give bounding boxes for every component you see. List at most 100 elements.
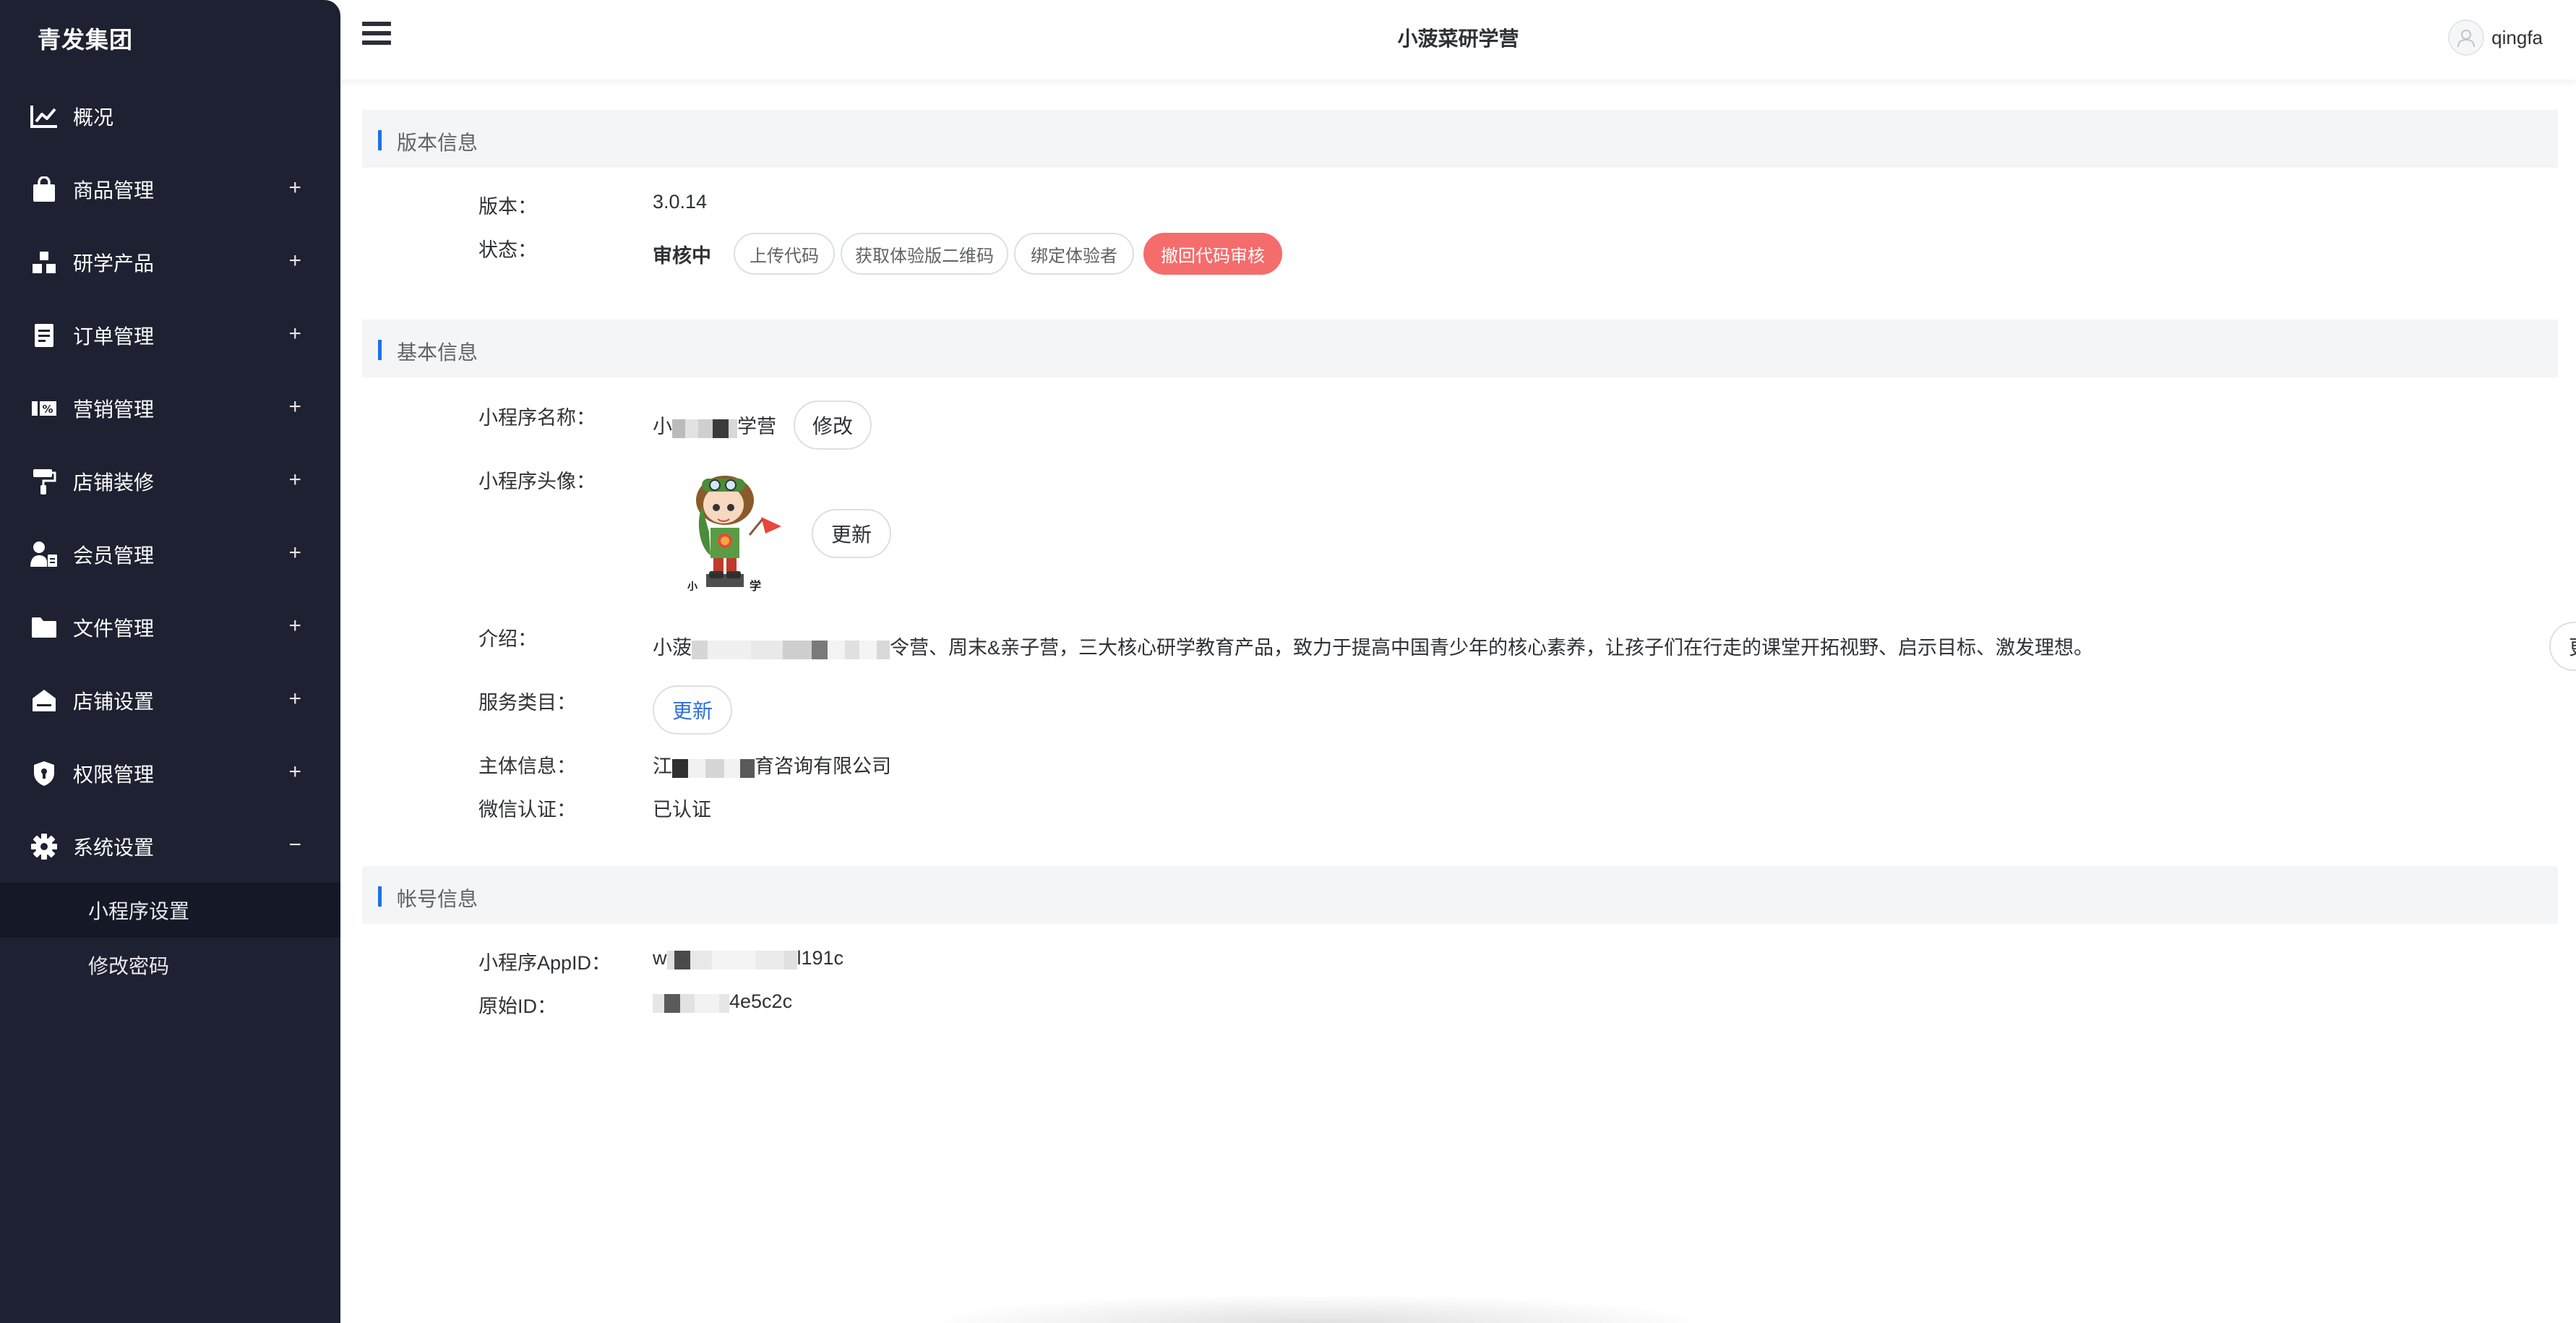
sidebar-item-overview[interactable]: 概况 — [0, 80, 340, 153]
expand-icon[interactable]: + — [288, 759, 301, 784]
sidebar-item-label: 店铺设置 — [73, 690, 155, 713]
sidebar-item-label: 权限管理 — [73, 763, 155, 786]
document-icon — [29, 320, 59, 351]
original-id-value: 4e5c2c — [653, 990, 792, 1014]
svg-text:小: 小 — [687, 581, 697, 593]
intro-label: 介绍： — [478, 628, 537, 650]
page-title: 小菠菜研学营 — [1397, 27, 1519, 50]
wechat-cert-value: 已认证 — [653, 799, 711, 821]
name-prefix: 小 — [653, 416, 672, 437]
sidebar-item-label: 文件管理 — [73, 617, 155, 640]
withdraw-review-button[interactable]: 撤回代码审核 — [1143, 233, 1282, 275]
sidebar-item-shop-decoration[interactable]: 店铺装修 + — [0, 445, 340, 518]
version-label: 版本： — [478, 196, 537, 218]
redacted-block — [672, 416, 737, 439]
appid-value: w l191c — [653, 947, 843, 970]
avatar-label: 小程序头像： — [478, 471, 596, 492]
sidebar-item-files[interactable]: 文件管理 + — [0, 591, 340, 664]
shield-icon — [29, 758, 59, 789]
sidebar-item-shop-settings[interactable]: 店铺设置 + — [0, 664, 340, 737]
sidebar-item-study-products[interactable]: 研学产品 + — [0, 226, 340, 299]
intro-value: 小菠 令营、周末&亲子营，三大核心研学教育产品，致力于提高中国青少年的核心素养，让… — [653, 632, 2093, 660]
sidebar-item-members[interactable]: 会员管理 + — [0, 518, 340, 591]
version-value: 3.0.14 — [653, 191, 708, 213]
update-category-button[interactable]: 更新 — [653, 685, 732, 735]
miniprogram-avatar-image: 小 学 — [680, 463, 789, 593]
section-header-version: 版本信息 — [362, 110, 2558, 168]
section-header-account: 帐号信息 — [362, 866, 2558, 924]
status-value: 审核中 — [653, 245, 711, 267]
sidebar: 青发集团 概况 商品管理 + 研学产品 + 订单管理 + % 营销管理 + 店铺… — [0, 0, 340, 1323]
sidebar-item-permissions[interactable]: 权限管理 + — [0, 737, 340, 810]
redacted-block — [692, 638, 890, 660]
section-header-basic: 基本信息 — [362, 320, 2558, 377]
store-icon — [29, 685, 59, 716]
expand-icon[interactable]: + — [288, 394, 301, 419]
sidebar-subitem-miniprogram-settings[interactable]: 小程序设置 — [0, 883, 340, 938]
appid-label: 小程序AppID： — [478, 952, 611, 974]
redacted-block — [672, 756, 755, 779]
expand-icon[interactable]: + — [288, 540, 301, 565]
expand-icon[interactable]: + — [288, 686, 301, 711]
sidebar-item-label: 商品管理 — [73, 179, 155, 202]
section-accent — [378, 886, 382, 907]
miniprogram-name-value: 小 学营 — [653, 411, 776, 439]
entity-prefix: 江 — [653, 755, 672, 777]
brand-title: 青发集团 — [38, 27, 134, 53]
name-suffix: 学营 — [737, 416, 776, 437]
section-title: 版本信息 — [397, 132, 478, 154]
sidebar-subitem-change-password[interactable]: 修改密码 — [0, 938, 340, 993]
update-intro-button[interactable]: 更新 — [2549, 622, 2576, 671]
appid-prefix: w — [653, 947, 667, 969]
shopping-bag-icon — [29, 174, 59, 205]
user-icon — [2457, 30, 2476, 48]
sidebar-item-marketing[interactable]: % 营销管理 + — [0, 372, 340, 445]
original-id-label: 原始ID： — [478, 996, 557, 1017]
sidebar-item-label: 营销管理 — [73, 398, 155, 421]
bind-tester-button[interactable]: 绑定体验者 — [1014, 233, 1134, 275]
sidebar-item-label: 店铺装修 — [73, 471, 155, 494]
chart-line-icon — [29, 101, 59, 132]
redacted-block — [653, 991, 729, 1014]
svg-text:%: % — [42, 403, 53, 416]
intro-prefix: 小菠 — [653, 637, 692, 659]
gear-icon — [29, 831, 59, 862]
percent-tag-icon: % — [29, 393, 59, 424]
expand-icon[interactable]: + — [288, 613, 301, 638]
sidebar-item-label: 会员管理 — [73, 544, 155, 567]
category-label: 服务类目： — [478, 692, 576, 714]
user-menu[interactable]: qingfa — [2448, 20, 2543, 56]
redacted-block — [666, 948, 797, 970]
sidebar-item-system-settings[interactable]: 系统设置 − — [0, 810, 340, 883]
expand-icon[interactable]: + — [288, 467, 301, 492]
sidebar-item-orders[interactable]: 订单管理 + — [0, 299, 340, 372]
update-avatar-button[interactable]: 更新 — [812, 509, 891, 558]
sidebar-item-goods[interactable]: 商品管理 + — [0, 153, 340, 226]
section-title: 基本信息 — [397, 341, 478, 364]
wechat-cert-label: 微信认证： — [478, 799, 576, 821]
sidebar-item-label: 研学产品 — [73, 252, 155, 275]
get-trial-qrcode-button[interactable]: 获取体验版二维码 — [841, 233, 1008, 275]
avatar[interactable] — [2448, 20, 2485, 56]
entity-suffix: 育咨询有限公司 — [755, 755, 891, 777]
modify-name-button[interactable]: 修改 — [794, 401, 872, 450]
upload-code-button[interactable]: 上传代码 — [734, 233, 835, 275]
top-header: 小菠菜研学营 qingfa — [340, 0, 2576, 80]
original-id-suffix: 4e5c2c — [729, 990, 793, 1012]
username: qingfa — [2491, 26, 2543, 48]
sidebar-item-label: 系统设置 — [73, 836, 155, 859]
intro-suffix: 令营、周末&亲子营，三大核心研学教育产品，致力于提高中国青少年的核心素养，让孩子… — [890, 637, 2094, 659]
expand-icon[interactable]: + — [288, 175, 301, 200]
entity-label: 主体信息： — [478, 755, 576, 777]
sidebar-menu: 概况 商品管理 + 研学产品 + 订单管理 + % 营销管理 + 店铺装修 + … — [0, 80, 340, 993]
folder-icon — [29, 612, 59, 643]
sidebar-item-label: 概况 — [73, 106, 114, 129]
expand-icon[interactable]: + — [288, 248, 301, 273]
sidebar-subitem-label: 小程序设置 — [88, 900, 190, 922]
expand-icon[interactable]: + — [288, 321, 301, 346]
section-accent — [378, 340, 382, 360]
name-label: 小程序名称： — [478, 407, 596, 429]
section-accent — [378, 130, 382, 150]
cubes-icon — [29, 247, 59, 278]
collapse-icon[interactable]: − — [288, 832, 301, 857]
